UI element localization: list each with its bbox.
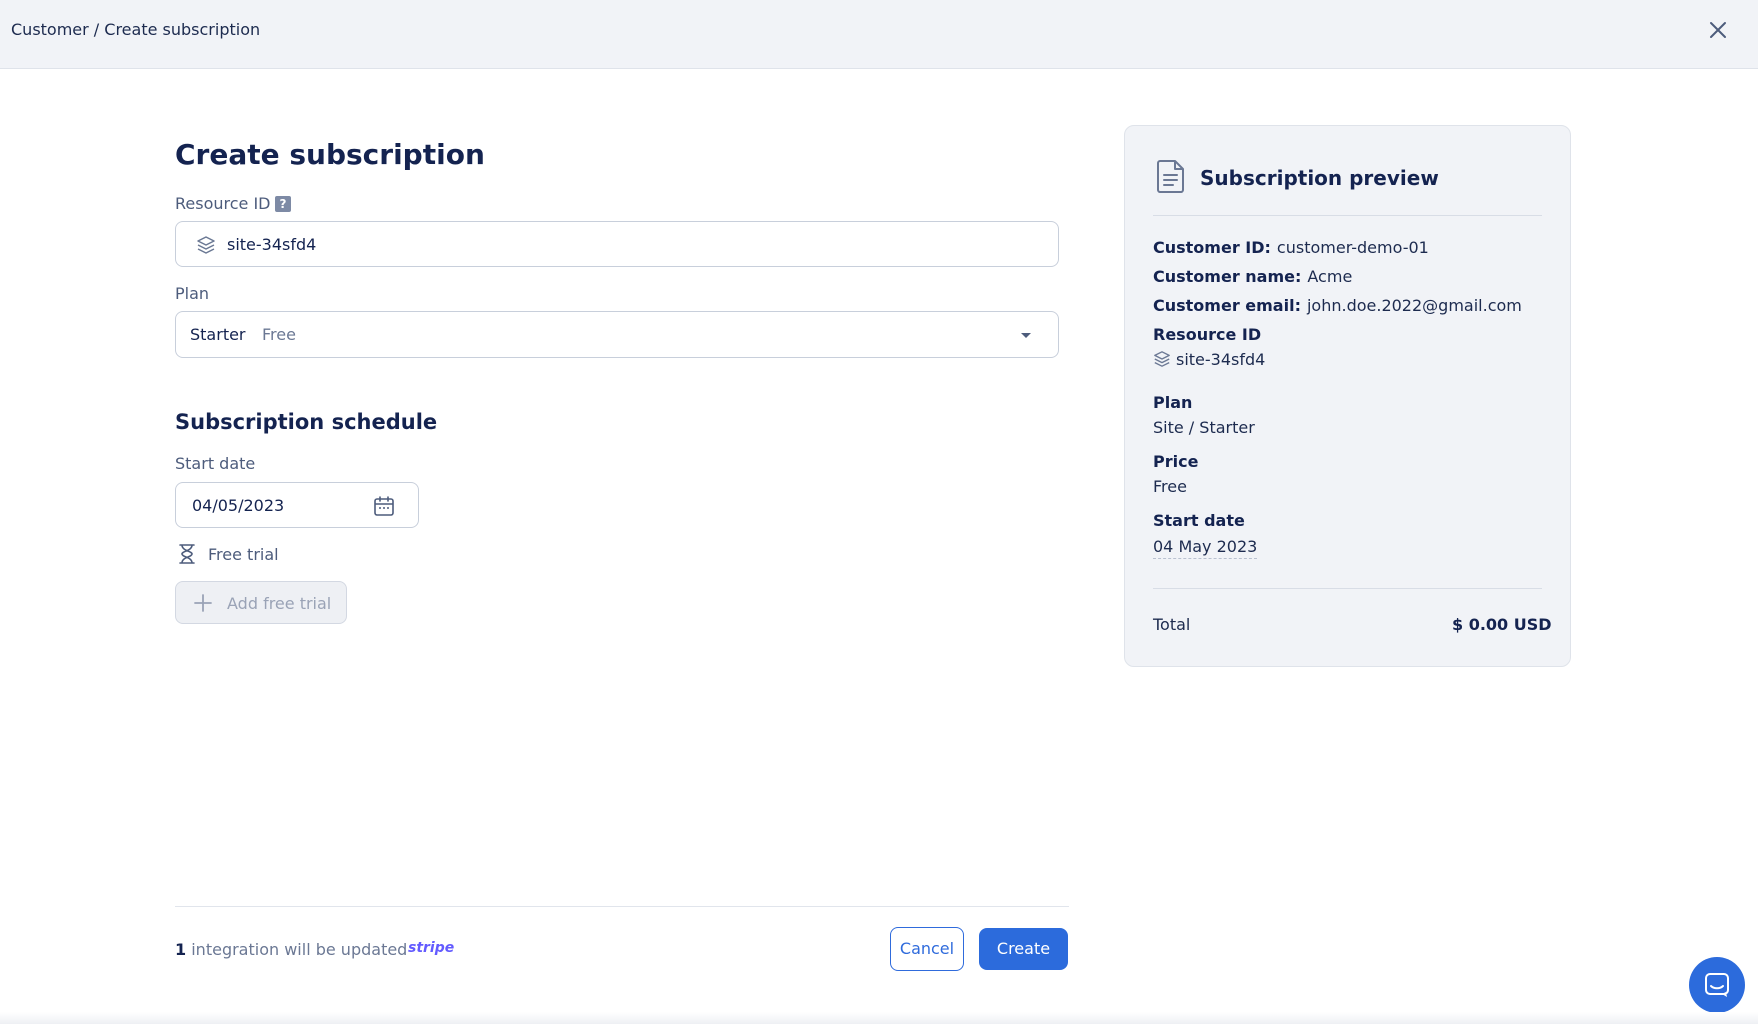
preview-price-label: Price [1153, 452, 1199, 471]
preview-start-date-label: Start date [1153, 511, 1245, 530]
total-value: $ 0.00 USD [1452, 615, 1552, 634]
add-free-trial-label: Add free trial [227, 594, 332, 613]
integration-text: integration will be updated [191, 940, 408, 959]
bottom-edge [0, 1012, 1758, 1024]
chat-launcher-button[interactable] [1689, 957, 1745, 1013]
preview-price-value: Free [1153, 477, 1187, 496]
preview-resource-id-label: Resource ID [1153, 325, 1262, 344]
preview-plan-label: Plan [1153, 393, 1193, 412]
integration-note: 1 integration will be updated [175, 940, 407, 959]
integration-count: 1 [175, 940, 187, 959]
start-date-value: 04/05/2023 [192, 496, 285, 515]
document-icon [1157, 160, 1184, 193]
preview-title: Subscription preview [1200, 166, 1439, 190]
calendar-icon[interactable] [373, 495, 395, 517]
plan-select[interactable]: Starter Free [175, 311, 1059, 358]
plan-name: Starter [190, 325, 246, 344]
chat-icon [1705, 973, 1729, 997]
help-icon[interactable]: ? [275, 196, 291, 212]
preview-customer-email: Customer email: john.doe.2022@gmail.com [1153, 296, 1522, 315]
total-label: Total [1153, 615, 1191, 634]
preview-start-date-value: 04 May 2023 [1153, 537, 1258, 559]
close-icon[interactable] [1706, 18, 1730, 42]
start-date-field[interactable]: 04/05/2023 [175, 482, 419, 528]
cancel-button[interactable]: Cancel [890, 927, 964, 971]
page-title: Create subscription [175, 138, 485, 171]
preview-customer-name: Customer name: Acme [1153, 267, 1352, 286]
customer-email-value: john.doe.2022@gmail.com [1306, 296, 1522, 315]
plus-icon [194, 594, 212, 612]
plan-label: Plan [175, 284, 210, 303]
preview-divider-top [1153, 215, 1542, 216]
free-trial-label: Free trial [208, 545, 279, 564]
plan-price: Free [262, 325, 296, 344]
preview-resource-id-value: site-34sfd4 [1176, 350, 1266, 369]
layers-icon [1154, 351, 1170, 367]
chevron-down-icon [1021, 333, 1031, 338]
layers-icon [197, 236, 215, 254]
add-free-trial-button[interactable]: Add free trial [175, 581, 347, 624]
create-button[interactable]: Create [979, 928, 1068, 970]
customer-id-value: customer-demo-01 [1276, 238, 1429, 257]
resource-id-field[interactable]: site-34sfd4 [175, 221, 1059, 267]
stripe-logo: stripe [408, 940, 455, 956]
customer-name-value: Acme [1307, 267, 1353, 286]
customer-name-label: Customer name: [1153, 267, 1302, 286]
preview-plan-value: Site / Starter [1153, 418, 1255, 437]
breadcrumb: Customer / Create subscription [11, 20, 261, 39]
resource-id-value: site-34sfd4 [227, 235, 317, 254]
footer-divider [175, 906, 1069, 907]
preview-divider-bottom [1153, 588, 1542, 589]
customer-id-label: Customer ID: [1153, 238, 1271, 257]
top-bar: Customer / Create subscription [0, 0, 1758, 69]
schedule-title: Subscription schedule [175, 410, 438, 434]
customer-email-label: Customer email: [1153, 296, 1301, 315]
resource-id-label: Resource ID [175, 194, 271, 213]
start-date-label: Start date [175, 454, 256, 473]
preview-customer-id: Customer ID: customer-demo-01 [1153, 238, 1429, 257]
hourglass-icon [179, 544, 195, 564]
